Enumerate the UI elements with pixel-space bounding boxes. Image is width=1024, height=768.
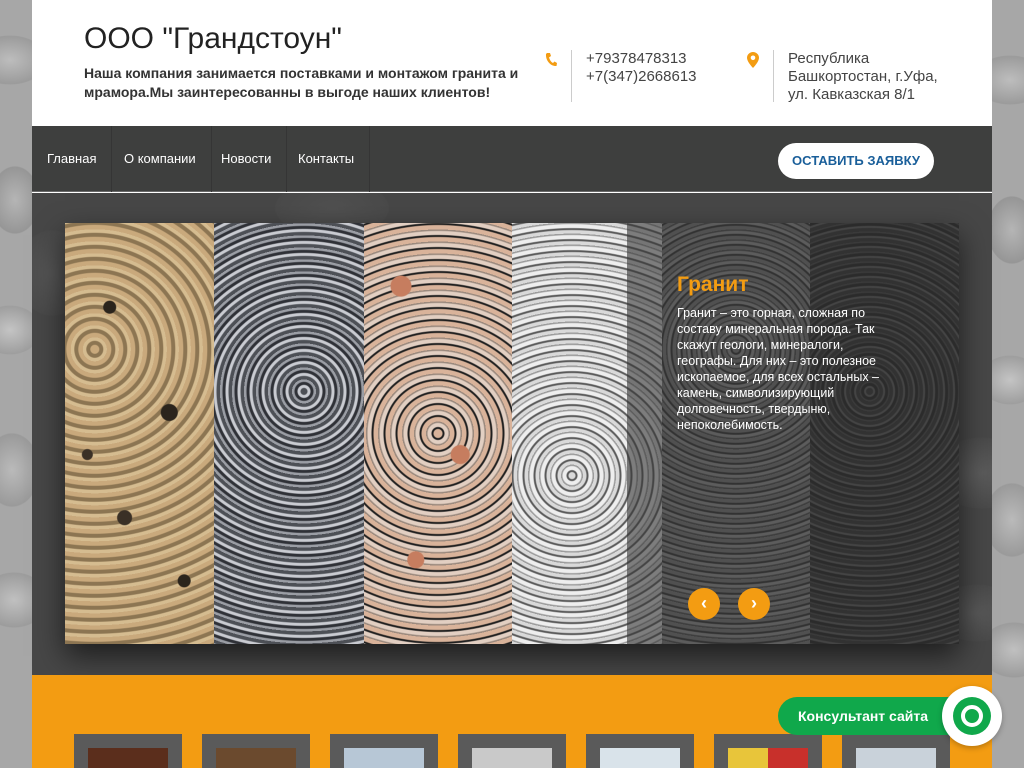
nav-item-contacts[interactable]: Контакты [283,126,371,192]
map-pin-icon [747,52,759,68]
leave-request-button[interactable]: ОСТАВИТЬ ЗАЯВКУ [778,143,934,179]
product-image [600,748,680,768]
product-image [472,748,552,768]
chat-ring-icon [953,697,991,735]
phone-number-2[interactable]: +7(347)2668613 [586,68,697,86]
product-thumb[interactable] [74,734,182,768]
page-container: ООО "Грандстоун" Наша компания занимаетс… [32,0,992,768]
chevron-left-icon: ‹ [701,593,707,613]
product-image [728,748,808,768]
slider-section: Гранит Гранит – это горная, сложная по с… [32,193,992,675]
product-image [216,748,296,768]
nav-item-home[interactable]: Главная [32,126,113,192]
phone-number-1[interactable]: +79378478313 [586,50,697,68]
product-thumb[interactable] [202,734,310,768]
slider-next-button[interactable]: › [738,588,770,620]
consultant-button[interactable]: Консультант сайта [778,697,968,735]
nav-item-news[interactable]: Новости [206,126,288,192]
address-line-3: ул. Кавказская 8/1 [788,86,915,103]
consultant-chat-bubble[interactable] [942,686,1002,746]
company-tagline: Наша компания занимается поставками и мо… [84,65,519,100]
product-thumb[interactable] [586,734,694,768]
phone-list: +79378478313 +7(347)2668613 [586,50,697,102]
product-image [856,748,936,768]
address-line-2: Башкортостан, г.Уфа, [788,68,938,85]
address-text: Республика Башкортостан, г.Уфа, ул. Кавк… [788,50,938,104]
chevron-right-icon: › [751,593,757,613]
product-thumb[interactable] [458,734,566,768]
product-thumb[interactable] [714,734,822,768]
main-nav: Главная О компании Новости Контакты ОСТА… [32,126,992,192]
slider-prev-button[interactable]: ‹ [688,588,720,620]
slide-granite: Гранит Гранит – это горная, сложная по с… [65,223,959,644]
phone-divider [571,50,572,102]
site-header: ООО "Грандстоун" Наша компания занимаетс… [32,0,992,126]
company-name[interactable]: ООО "Грандстоун" [84,22,342,56]
granite-sample-2 [214,223,364,644]
slide-description: Гранит – это горная, сложная по составу … [677,306,879,432]
phone-block: +79378478313 +7(347)2668613 [545,50,697,102]
nav-item-about[interactable]: О компании [109,126,212,192]
product-thumb[interactable] [842,734,950,768]
product-image [88,748,168,768]
product-thumb[interactable] [330,734,438,768]
slide-title: Гранит [677,273,749,296]
granite-sample-3 [364,223,512,644]
address-block: Республика Башкортостан, г.Уфа, ул. Кавк… [747,50,938,104]
granite-sample-1 [65,223,214,644]
product-image [344,748,424,768]
address-divider [773,50,774,102]
phone-icon [545,53,557,67]
address-line-1: Республика [788,50,870,67]
